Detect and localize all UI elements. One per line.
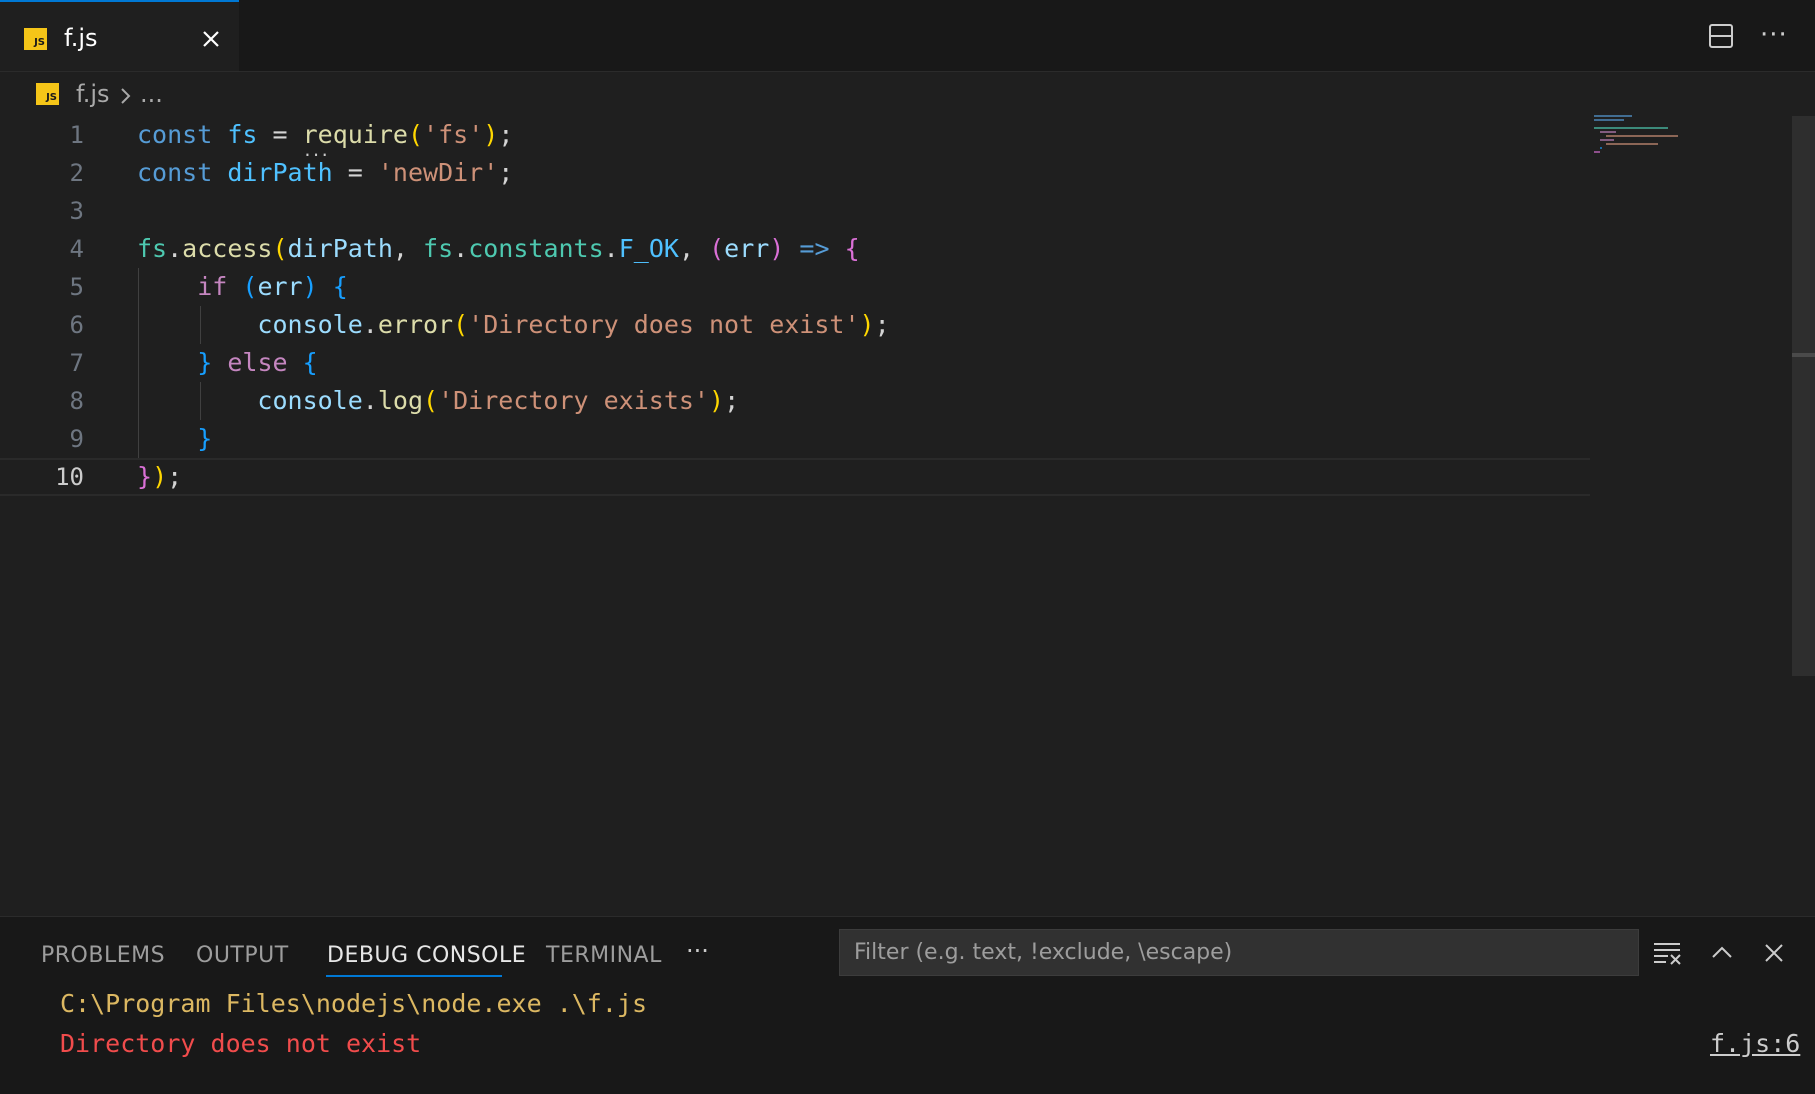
close-icon[interactable] — [196, 24, 226, 54]
scrollbar-cursor-marker — [1792, 353, 1815, 357]
active-tab-indicator — [326, 975, 502, 977]
more-actions-icon[interactable]: ··· — [1760, 20, 1788, 50]
tab-terminal[interactable]: TERMINAL — [546, 943, 662, 968]
code-line: 5 if (err) { — [0, 268, 1590, 306]
minimap[interactable] — [1592, 114, 1702, 164]
console-error-line: Directory does not exist — [60, 1029, 422, 1058]
code-text: }); — [137, 462, 183, 491]
javascript-file-icon: JS — [24, 28, 47, 50]
code-text: const fs = require('fs'); — [137, 116, 513, 154]
tab-f-js[interactable]: JS f.js — [0, 0, 239, 71]
line-number: 10 — [55, 463, 84, 491]
filter-input[interactable] — [840, 930, 1638, 975]
javascript-file-icon: JS — [36, 83, 59, 105]
code-line: 8 console.log('Directory exists'); — [0, 382, 1590, 420]
code-line: 9 } — [0, 420, 1590, 458]
editor-tab-bar: JS f.js ··· — [0, 0, 1815, 72]
line-number: 6 — [69, 311, 84, 339]
line-number: 9 — [69, 425, 84, 453]
chevron-up-icon[interactable] — [1708, 939, 1736, 967]
code-text: console.log('Directory exists'); — [257, 386, 740, 415]
line-number: 4 — [69, 235, 84, 263]
code-line: 7 } else { — [0, 344, 1590, 382]
close-icon[interactable] — [1760, 939, 1788, 967]
filter-box[interactable] — [839, 929, 1639, 976]
editor-scrollbar-thumb[interactable] — [1792, 116, 1815, 676]
code-text: if (err) { — [197, 272, 348, 301]
line-number: 2 — [69, 159, 84, 187]
tab-output[interactable]: OUTPUT — [196, 943, 289, 968]
code-text: } else { — [197, 348, 318, 377]
split-editor-icon[interactable] — [1707, 22, 1735, 50]
breadcrumb-more[interactable]: ... — [140, 80, 163, 108]
clear-console-icon[interactable] — [1652, 939, 1684, 967]
bottom-panel: PROBLEMS OUTPUT DEBUG CONSOLE TERMINAL ·… — [0, 916, 1815, 1094]
line-number: 1 — [69, 121, 84, 149]
line-number: 5 — [69, 273, 84, 301]
code-line: 6 console.error('Directory does not exis… — [0, 306, 1590, 344]
panel-more-icon[interactable]: ··· — [686, 937, 709, 965]
code-line: 1 const fs = require('fs'); — [0, 116, 1590, 154]
code-line: 2 const dirPath = 'newDir'; — [0, 154, 1590, 192]
chevron-right-icon — [121, 88, 131, 104]
line-number: 8 — [69, 387, 84, 415]
breadcrumb-file[interactable]: f.js — [76, 80, 110, 108]
code-line: 3 — [0, 192, 1590, 230]
code-text: } — [197, 424, 213, 453]
console-command-line: C:\Program Files\nodejs\node.exe .\f.js — [60, 989, 647, 1018]
tab-debug-console[interactable]: DEBUG CONSOLE — [327, 943, 526, 968]
source-location-link[interactable]: f.js:6 — [1710, 1029, 1800, 1058]
tab-label: f.js — [64, 24, 98, 52]
code-text: console.error('Directory does not exist'… — [257, 310, 890, 339]
code-editor[interactable]: 1 const fs = require('fs'); 2 const dirP… — [0, 116, 1790, 916]
code-line: 4 fs.access(dirPath, fs.constants.F_OK, … — [0, 230, 1590, 268]
code-text: fs.access(dirPath, fs.constants.F_OK, (e… — [137, 234, 860, 263]
tab-problems[interactable]: PROBLEMS — [41, 943, 165, 968]
code-text: const dirPath = 'newDir'; — [137, 158, 514, 187]
line-number: 7 — [69, 349, 84, 377]
code-line-current: 10 }); — [0, 458, 1590, 496]
line-number: 3 — [69, 197, 84, 225]
